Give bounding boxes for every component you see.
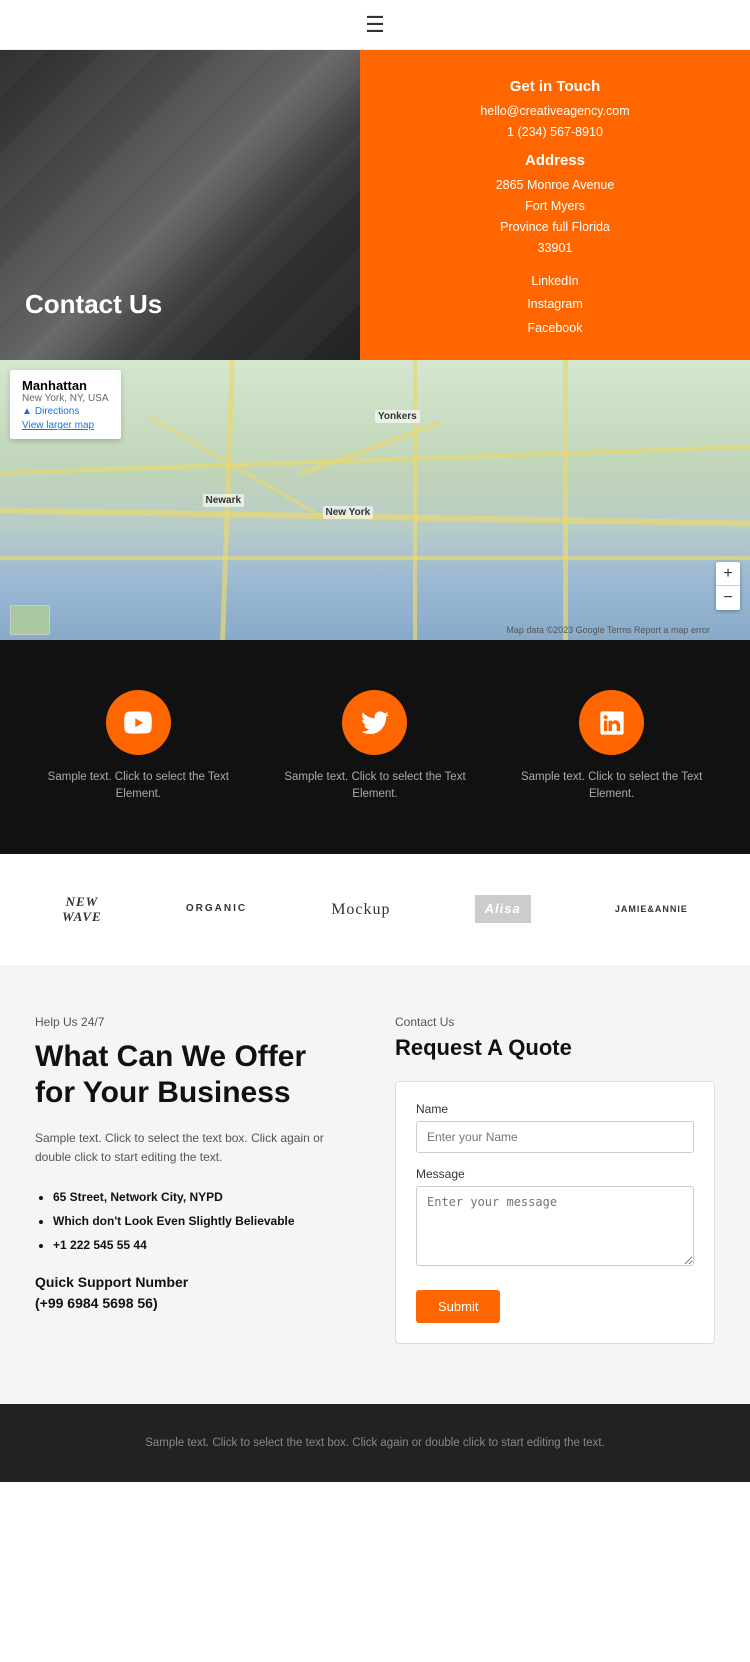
map-road [0,507,750,526]
support-label: Quick Support Number [35,1274,188,1290]
map-road [0,556,750,560]
partner-logo-organic[interactable]: ORGANIC [186,903,247,915]
map-thumbnail [10,605,50,635]
youtube-circle-button[interactable] [106,690,171,755]
contact-left-col: Help Us 24/7 What Can We Offer for Your … [35,1015,355,1344]
footer-text: Sample text. Click to select the text bo… [20,1434,730,1452]
map-directions[interactable]: ▲ Directions [22,406,109,417]
linkedin-link[interactable]: LinkedIn [390,270,720,294]
linkedin-circle-button[interactable] [579,690,644,755]
partner-logo-text: Mockup [331,900,390,919]
linkedin-text: Sample text. Click to select the Text El… [512,769,712,804]
partner-logo-text: Alisa [475,895,531,923]
get-in-touch-block: Get in Touch hello@creativeagency.com 1 … [390,78,720,144]
contact-phone: 1 (234) 567-8910 [390,122,720,143]
message-label: Message [416,1167,694,1181]
top-header: ☰ [0,0,750,50]
get-in-touch-label: Get in Touch [390,78,720,95]
list-item: +1 222 545 55 44 [53,1233,355,1257]
partner-logo-text: JAMIE&ANNIE [615,904,688,915]
partner-logo-text: NEWWAVE [62,894,102,925]
map-road [563,360,568,640]
address-line2: Fort Myers [390,196,720,217]
map-city-sub: New York, NY, USA [22,393,109,404]
social-item-twitter: Sample text. Click to select the Text El… [275,690,475,804]
hamburger-icon[interactable]: ☰ [365,12,385,38]
contact-right-label: Contact Us [395,1015,715,1029]
hero-info-panel: Get in Touch hello@creativeagency.com 1 … [360,50,750,360]
support-number: Quick Support Number (+99 6984 5698 56) [35,1272,355,1314]
map-newark-label: Newark [203,494,245,507]
name-label: Name [416,1102,694,1116]
partner-logo-jamie[interactable]: JAMIE&ANNIE [615,904,688,915]
map-road [413,360,417,640]
map-city-name: Manhattan [22,378,109,393]
message-input[interactable] [416,1186,694,1266]
social-item-linkedin: Sample text. Click to select the Text El… [512,690,712,804]
contact-email: hello@creativeagency.com [390,101,720,122]
contact-heading-line1: What Can We Offer [35,1040,306,1073]
contact-bottom-section: Help Us 24/7 What Can We Offer for Your … [0,965,750,1404]
contact-list: 65 Street, Network City, NYPD Which don'… [35,1185,355,1257]
social-links-block: LinkedIn Instagram Facebook [390,270,720,341]
contact-heading-line2: for Your Business [35,1076,291,1109]
map-info-box: Manhattan New York, NY, USA ▲ Directions… [10,370,121,439]
hero-image: Contact Us [0,50,360,360]
map-section: New York Newark Yonkers Manhattan New Yo… [0,360,750,640]
social-icons-section: Sample text. Click to select the Text El… [0,640,750,854]
support-number-value: (+99 6984 5698 56) [35,1295,158,1311]
directions-arrow-icon: ▲ [22,406,32,417]
name-form-group: Name [416,1102,694,1153]
address-line3: Province full Florida [390,217,720,238]
address-block: Address 2865 Monroe Avenue Fort Myers Pr… [390,152,720,260]
hero-contact-section: Contact Us Get in Touch hello@creativeag… [0,50,750,360]
social-item-youtube: Sample text. Click to select the Text El… [38,690,238,804]
partners-section: NEWWAVE ORGANIC Mockup Alisa JAMIE&ANNIE [0,854,750,965]
map-background: New York Newark Yonkers Manhattan New Yo… [0,360,750,640]
help-label: Help Us 24/7 [35,1015,355,1029]
contact-right-col: Contact Us Request A Quote Name Message … [395,1015,715,1344]
partner-logo-text: ORGANIC [186,903,247,915]
facebook-link[interactable]: Facebook [390,317,720,341]
map-city-label: New York [323,506,374,519]
map-road [0,445,750,475]
address-line4: 33901 [390,238,720,259]
map-footer-text: Map data ©2023 Google Terms Report a map… [506,625,710,635]
hero-title: Contact Us [25,289,162,320]
list-item: Which don't Look Even Slightly Believabl… [53,1209,355,1233]
quote-form-card: Name Message Submit [395,1081,715,1344]
view-larger-map-link[interactable]: View larger map [22,420,109,431]
instagram-link[interactable]: Instagram [390,293,720,317]
address-label: Address [390,152,720,169]
linkedin-icon [598,709,626,737]
submit-button[interactable]: Submit [416,1290,500,1323]
partner-logo-alisa[interactable]: Alisa [475,895,531,923]
request-quote-heading: Request A Quote [395,1035,715,1061]
partner-logo-newwave[interactable]: NEWWAVE [62,894,102,925]
contact-description: Sample text. Click to select the text bo… [35,1129,355,1167]
zoom-in-button[interactable]: + [716,562,740,586]
twitter-icon [361,709,389,737]
twitter-text: Sample text. Click to select the Text El… [275,769,475,804]
partner-logo-mockup[interactable]: Mockup [331,900,390,919]
youtube-icon [124,709,152,737]
map-zoom-controls: + − [716,562,740,610]
map-road [299,421,441,476]
address-line1: 2865 Monroe Avenue [390,175,720,196]
youtube-text: Sample text. Click to select the Text El… [38,769,238,804]
zoom-out-button[interactable]: − [716,586,740,610]
twitter-circle-button[interactable] [342,690,407,755]
message-form-group: Message [416,1167,694,1271]
list-item: 65 Street, Network City, NYPD [53,1185,355,1209]
contact-heading: What Can We Offer for Your Business [35,1039,355,1111]
footer: Sample text. Click to select the text bo… [0,1404,750,1482]
map-yonkers-label: Yonkers [375,410,420,423]
name-input[interactable] [416,1121,694,1153]
